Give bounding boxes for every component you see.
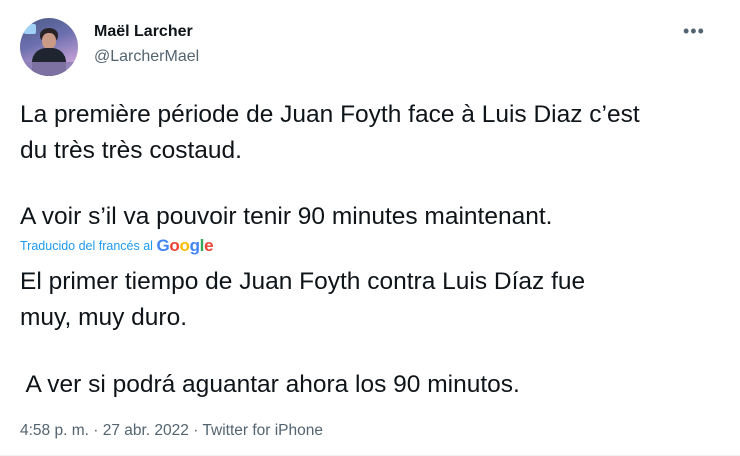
author-name[interactable]: Maël Larcher [94,23,193,41]
google-logo-letter: o [169,236,180,255]
more-options-icon[interactable]: ••• [683,22,707,42]
google-logo-letter: e [204,236,214,255]
avatar-background-screen [24,24,36,34]
avatar[interactable] [20,18,78,76]
google-logo-letter: G [156,236,170,255]
tweet-text-line: du très très costaud. [20,137,242,164]
tweet-timestamp[interactable]: 4:58 p. m. · 27 abr. 2022 · Twitter for … [20,422,323,440]
google-logo-letter: g [189,236,200,255]
tweet-card: Maël Larcher @LarcherMael ••• La premièr… [0,0,740,456]
avatar-face [42,33,56,49]
translated-text-line: muy, muy duro. [20,304,188,331]
author-handle[interactable]: @LarcherMael [94,48,199,66]
tweet-text-line: La première période de Juan Foyth face à… [20,101,640,128]
google-logo: Google [156,236,213,255]
translation-note-label: Traducido del francés al [20,239,153,253]
translated-text-line: El primer tiempo de Juan Foyth contra Lu… [20,268,586,295]
tweet-text-line: A voir s’il va pouvoir tenir 90 minutes … [20,203,553,230]
translation-note[interactable]: Traducido del francés al Google [20,236,214,256]
translated-text-line: A ver si podrá aguantar ahora los 90 min… [20,371,520,398]
google-logo-letter: o [179,236,190,255]
avatar-desk [20,62,78,76]
